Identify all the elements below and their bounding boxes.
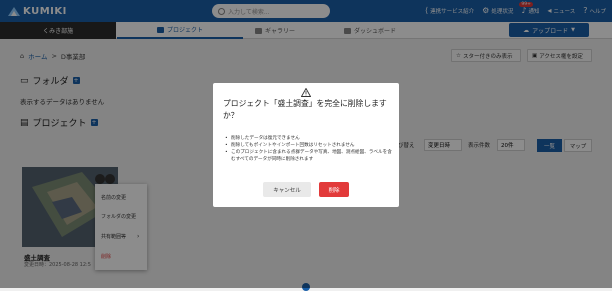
dialog-bullets: 削除したデータは復元できません 削除してもポイントやインポート回数はリセットされ… — [225, 135, 395, 163]
dialog-bullet: 削除してもポイントやインポート回数はリセットされません — [225, 142, 395, 149]
dialog-bullet: このプロジェクトに含まれる点群データや写真、地図、測点絵図、ラベルを含むすべての… — [225, 149, 395, 163]
delete-button[interactable]: 削除 — [319, 182, 349, 197]
cancel-button[interactable]: キャンセル — [263, 182, 311, 197]
warning-icon — [301, 88, 311, 97]
dialog-title: プロジェクト「盛土調査」を完全に削除しますか？ — [223, 99, 387, 120]
delete-confirm-dialog: プロジェクト「盛土調査」を完全に削除しますか？ 削除したデータは復元できません … — [213, 83, 399, 207]
dialog-bullet: 削除したデータは復元できません — [225, 135, 395, 142]
